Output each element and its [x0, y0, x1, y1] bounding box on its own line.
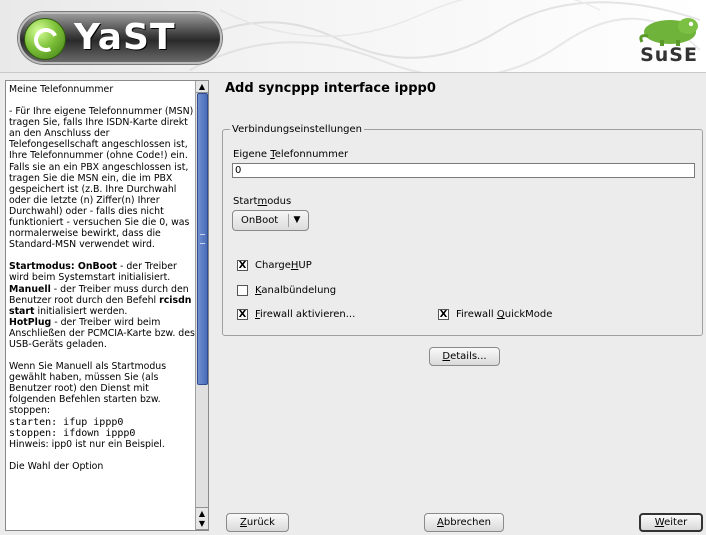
connection-settings-group [222, 129, 703, 336]
help-scrollbar[interactable]: ▲ ▲ ▼ [195, 81, 208, 530]
header-banner: YaST SuSE [0, 0, 706, 73]
phone-number-field[interactable]: 0 [232, 163, 695, 178]
scroll-up-icon[interactable]: ▲ [196, 81, 208, 93]
phone-number-label: Eigene Telefonnummer [233, 149, 349, 160]
suse-logo: SuSE [634, 12, 704, 70]
details-button[interactable]: Details... [429, 347, 500, 366]
dialog-title: Add syncppp interface ippp0 [225, 81, 436, 96]
scroll-down-icon[interactable]: ▼ [196, 518, 208, 530]
startmodus-dropdown[interactable]: OnBoot ▼ [232, 210, 309, 231]
help-paragraph: - Für Ihre eigene Telefonnummer (MSN) tr… [9, 106, 194, 251]
help-panel[interactable]: Meine Telefonnummer - Für Ihre eigene Te… [5, 80, 209, 531]
help-last-line: Die Wahl der Option [9, 460, 104, 472]
group-title: Verbindungseinstellungen [230, 124, 364, 135]
yast-logo: YaST [18, 12, 222, 64]
command-stop: stoppen: ifdown ippp0 [9, 427, 136, 439]
help-text: Meine Telefonnummer - Für Ihre eigene Te… [9, 84, 195, 530]
back-button[interactable]: Zurück [226, 513, 289, 532]
suse-brand-text: SuSE [640, 44, 698, 66]
scrollbar-thumb[interactable] [197, 93, 208, 385]
yast-logo-text: YaST [74, 17, 176, 58]
yast-globe-icon [24, 18, 66, 60]
startmodus-label: Startmodus [233, 196, 292, 207]
header-swirl-decoration [180, 0, 700, 72]
dropdown-arrow-icon[interactable]: ▼ [288, 214, 305, 227]
chameleon-icon [639, 18, 698, 46]
help-manual-note: Wenn Sie Manuell als Startmodus gewählt … [9, 361, 167, 450]
next-button[interactable]: Weiter [639, 513, 703, 532]
command-start: starten: ifup ippp0 [9, 416, 124, 428]
help-heading: Meine Telefonnummer [9, 84, 114, 95]
startmodus-value: OnBoot [241, 215, 279, 226]
cancel-button[interactable]: Abbrechen [424, 513, 504, 532]
help-startmodus: Startmodus: OnBoot - der Treiber wird be… [9, 261, 195, 350]
